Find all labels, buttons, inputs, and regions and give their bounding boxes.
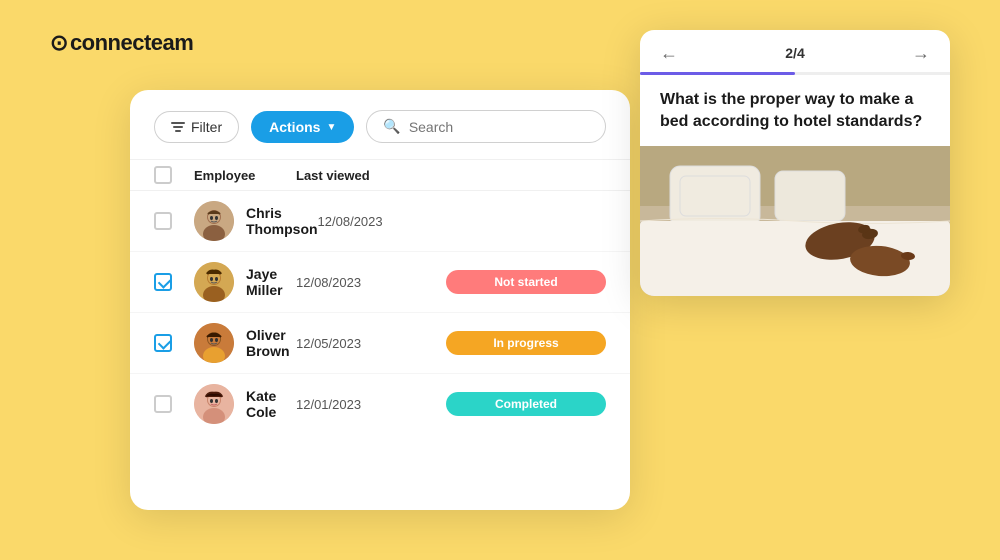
employee-list-card: Filter Actions ▼ 🔍 Employee Last viewed bbox=[130, 90, 630, 510]
table-row: Oliver Brown 12/05/2023 In progress bbox=[130, 313, 630, 374]
filter-button[interactable]: Filter bbox=[154, 111, 239, 143]
status-badge-kate: Completed bbox=[446, 392, 606, 416]
last-viewed-oliver: 12/05/2023 bbox=[296, 336, 446, 351]
actions-caret-icon: ▼ bbox=[326, 122, 336, 133]
employee-cell-jaye: Jaye Miller bbox=[194, 262, 296, 302]
col-employee: Employee bbox=[194, 168, 296, 183]
quiz-image bbox=[640, 146, 950, 296]
filter-icon bbox=[171, 122, 185, 132]
col-last-viewed: Last viewed bbox=[296, 168, 446, 183]
employee-name-kate: Kate Cole bbox=[246, 388, 296, 420]
quiz-progress: 2/4 bbox=[785, 45, 804, 61]
toolbar: Filter Actions ▼ 🔍 bbox=[130, 90, 630, 159]
last-viewed-chris: 12/08/2023 bbox=[318, 214, 468, 229]
avatar-chris bbox=[194, 201, 234, 241]
avatar-kate bbox=[194, 384, 234, 424]
quiz-question: What is the proper way to make a bed acc… bbox=[640, 75, 950, 146]
bed-scene bbox=[640, 146, 950, 296]
quiz-prev-button[interactable]: ← bbox=[660, 44, 678, 62]
filter-label: Filter bbox=[191, 119, 222, 135]
actions-button[interactable]: Actions ▼ bbox=[251, 111, 354, 143]
employee-name-chris: Chris Thompson bbox=[246, 205, 318, 237]
quiz-next-button[interactable]: → bbox=[912, 44, 930, 62]
select-all-checkbox[interactable] bbox=[154, 166, 172, 184]
row-checkbox-jaye[interactable] bbox=[154, 273, 172, 291]
employee-name-jaye: Jaye Miller bbox=[246, 266, 296, 298]
progress-bar-fill bbox=[640, 72, 795, 75]
row-checkbox-chris[interactable] bbox=[154, 212, 172, 230]
logo-text: connecteam bbox=[70, 30, 193, 56]
row-checkbox-kate[interactable] bbox=[154, 395, 172, 413]
search-input[interactable] bbox=[409, 119, 589, 135]
progress-bar bbox=[640, 72, 950, 75]
last-viewed-kate: 12/01/2023 bbox=[296, 397, 446, 412]
avatar-oliver bbox=[194, 323, 234, 363]
logo: ⊙ connecteam bbox=[50, 30, 193, 56]
logo-icon: ⊙ bbox=[50, 30, 68, 56]
search-icon: 🔍 bbox=[383, 118, 400, 135]
avatar-jaye bbox=[194, 262, 234, 302]
quiz-card: ← 2/4 → What is the proper way to make a… bbox=[640, 30, 950, 296]
table-row: Kate Cole 12/01/2023 Completed bbox=[130, 374, 630, 434]
last-viewed-jaye: 12/08/2023 bbox=[296, 275, 446, 290]
row-checkbox-oliver[interactable] bbox=[154, 334, 172, 352]
actions-label: Actions bbox=[269, 119, 320, 135]
quiz-nav: ← 2/4 → bbox=[640, 30, 950, 72]
status-badge-jaye: Not started bbox=[446, 270, 606, 294]
status-badge-oliver: In progress bbox=[446, 331, 606, 355]
table-row: Jaye Miller 12/08/2023 Not started bbox=[130, 252, 630, 313]
table-header: Employee Last viewed bbox=[130, 159, 630, 191]
employee-name-oliver: Oliver Brown bbox=[246, 327, 296, 359]
employee-cell-chris: Chris Thompson bbox=[194, 201, 318, 241]
table-row: Chris Thompson 12/08/2023 bbox=[130, 191, 630, 252]
employee-cell-kate: Kate Cole bbox=[194, 384, 296, 424]
search-box: 🔍 bbox=[366, 110, 606, 143]
employee-cell-oliver: Oliver Brown bbox=[194, 323, 296, 363]
